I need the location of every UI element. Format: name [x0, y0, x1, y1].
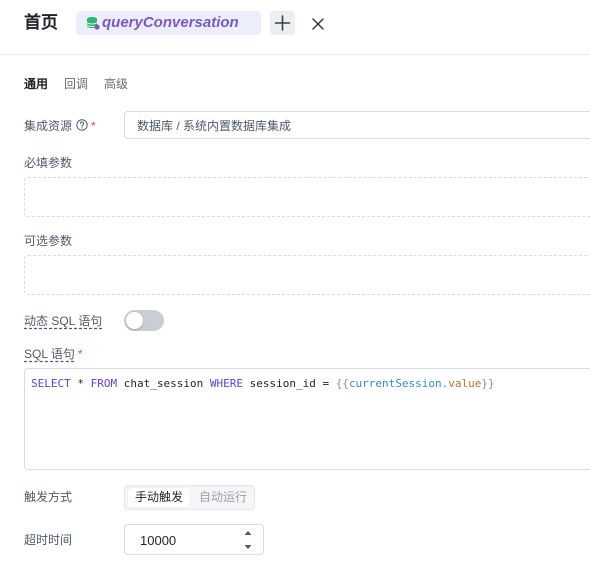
tab-advanced[interactable]: 高级: [104, 76, 128, 92]
home-title[interactable]: 首页: [24, 12, 58, 34]
trigger-auto-option[interactable]: 自动运行: [193, 488, 253, 507]
top-bar: 首页 queryConversation: [0, 0, 590, 55]
sql-label-text: SQL 语句: [24, 347, 75, 361]
sql-token: chat_session: [117, 377, 210, 390]
decrement-icon[interactable]: [243, 542, 253, 552]
sql-token: WHERE: [209, 377, 243, 390]
tab-general[interactable]: 通用: [24, 76, 48, 92]
trigger-label: 触发方式: [24, 490, 73, 504]
required-params-area[interactable]: [24, 177, 590, 217]
required-marker: *: [91, 119, 96, 133]
help-circle-icon[interactable]: [76, 119, 88, 131]
close-icon[interactable]: [311, 17, 325, 31]
required-marker: *: [77, 347, 83, 361]
required-params-label: 必填参数: [24, 156, 73, 170]
add-tab-button[interactable]: [270, 11, 295, 35]
increment-icon[interactable]: [243, 528, 253, 538]
dynamic-sql-toggle[interactable]: [124, 310, 164, 331]
toggle-knob: [126, 312, 143, 329]
sql-token: session_id =: [242, 377, 336, 390]
trigger-mode-segmented: 手动触发 自动运行: [124, 485, 255, 510]
optional-params-area[interactable]: [24, 255, 590, 295]
trigger-manual-option[interactable]: 手动触发: [128, 488, 190, 507]
sql-token: }}: [481, 377, 495, 390]
plus-icon: [274, 15, 291, 31]
timeout-label: 超时时间: [24, 533, 73, 547]
dynamic-sql-label: 动态 SQL 语句: [24, 314, 103, 328]
sql-code-line: SELECT * FROM chat_session WHERE session…: [31, 377, 495, 391]
resource-label-text: 集成资源: [24, 119, 73, 133]
timeout-input[interactable]: 10000: [124, 524, 264, 555]
resource-label: 集成资源 *: [24, 118, 96, 134]
resource-select-value: 数据库 / 系统内置数据库集成: [137, 119, 292, 133]
optional-params-label: 可选参数: [24, 234, 73, 248]
sql-token: value: [448, 377, 482, 390]
timeout-value: 10000: [140, 533, 177, 548]
sql-token: SELECT: [31, 377, 71, 390]
tab-label: queryConversation: [102, 14, 239, 31]
sql-token: {{: [335, 377, 349, 390]
tab-query-conversation[interactable]: queryConversation: [76, 11, 324, 35]
resource-select[interactable]: 数据库 / 系统内置数据库集成: [124, 111, 590, 139]
sql-token: FROM: [90, 377, 118, 390]
sql-editor[interactable]: SELECT * FROM chat_session WHERE session…: [24, 368, 590, 470]
tab-callback[interactable]: 回调: [64, 76, 88, 92]
sql-token: currentSession.: [348, 377, 449, 390]
database-icon: [86, 17, 100, 30]
sql-token: *: [70, 377, 91, 390]
sql-label: SQL 语句 *: [24, 346, 83, 362]
